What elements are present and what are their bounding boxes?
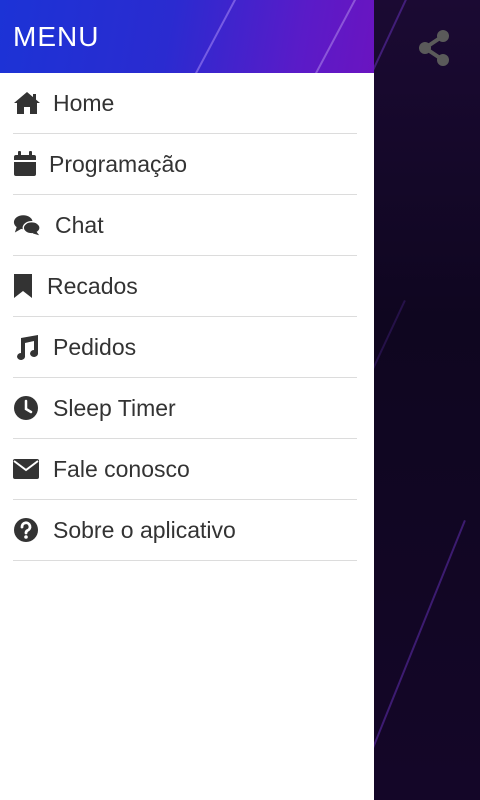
menu-item-recados[interactable]: Recados	[13, 256, 357, 317]
menu-item-chat[interactable]: Chat	[13, 195, 357, 256]
app-screen: MENU Home Programação Chat Recados Pedid…	[0, 0, 480, 800]
question-icon	[13, 516, 41, 544]
navigation-drawer: MENU Home Programação Chat Recados Pedid…	[0, 0, 374, 800]
background-decoration	[374, 0, 480, 800]
menu-item-pedidos[interactable]: Pedidos	[13, 317, 357, 378]
menu-item-label: Sobre o aplicativo	[53, 516, 236, 543]
drawer-title: MENU	[13, 21, 100, 52]
menu-item-label: Home	[53, 89, 115, 116]
menu-item-programacao[interactable]: Programação	[13, 134, 357, 195]
music-icon	[13, 333, 41, 361]
share-button[interactable]	[416, 28, 452, 68]
clock-icon	[13, 394, 41, 422]
menu-item-label: Fale conosco	[53, 455, 190, 482]
bookmark-icon	[13, 272, 41, 300]
share-icon	[419, 30, 449, 66]
menu-list: Home Programação Chat Recados Pedidos Sl…	[0, 73, 374, 561]
menu-item-fale-conosco[interactable]: Fale conosco	[13, 439, 357, 500]
menu-item-label: Pedidos	[53, 333, 137, 360]
drawer-header: MENU	[0, 0, 374, 73]
home-icon	[13, 89, 41, 117]
menu-item-label: Programação	[49, 150, 188, 177]
menu-item-label: Recados	[47, 272, 138, 299]
envelope-icon	[13, 455, 41, 483]
menu-item-label: Sleep Timer	[53, 394, 176, 421]
menu-item-sleep-timer[interactable]: Sleep Timer	[13, 378, 357, 439]
chat-icon	[13, 211, 41, 239]
menu-item-sobre[interactable]: Sobre o aplicativo	[13, 500, 357, 561]
menu-item-home[interactable]: Home	[13, 73, 357, 134]
calendar-icon	[13, 150, 41, 178]
menu-item-label: Chat	[55, 211, 104, 238]
